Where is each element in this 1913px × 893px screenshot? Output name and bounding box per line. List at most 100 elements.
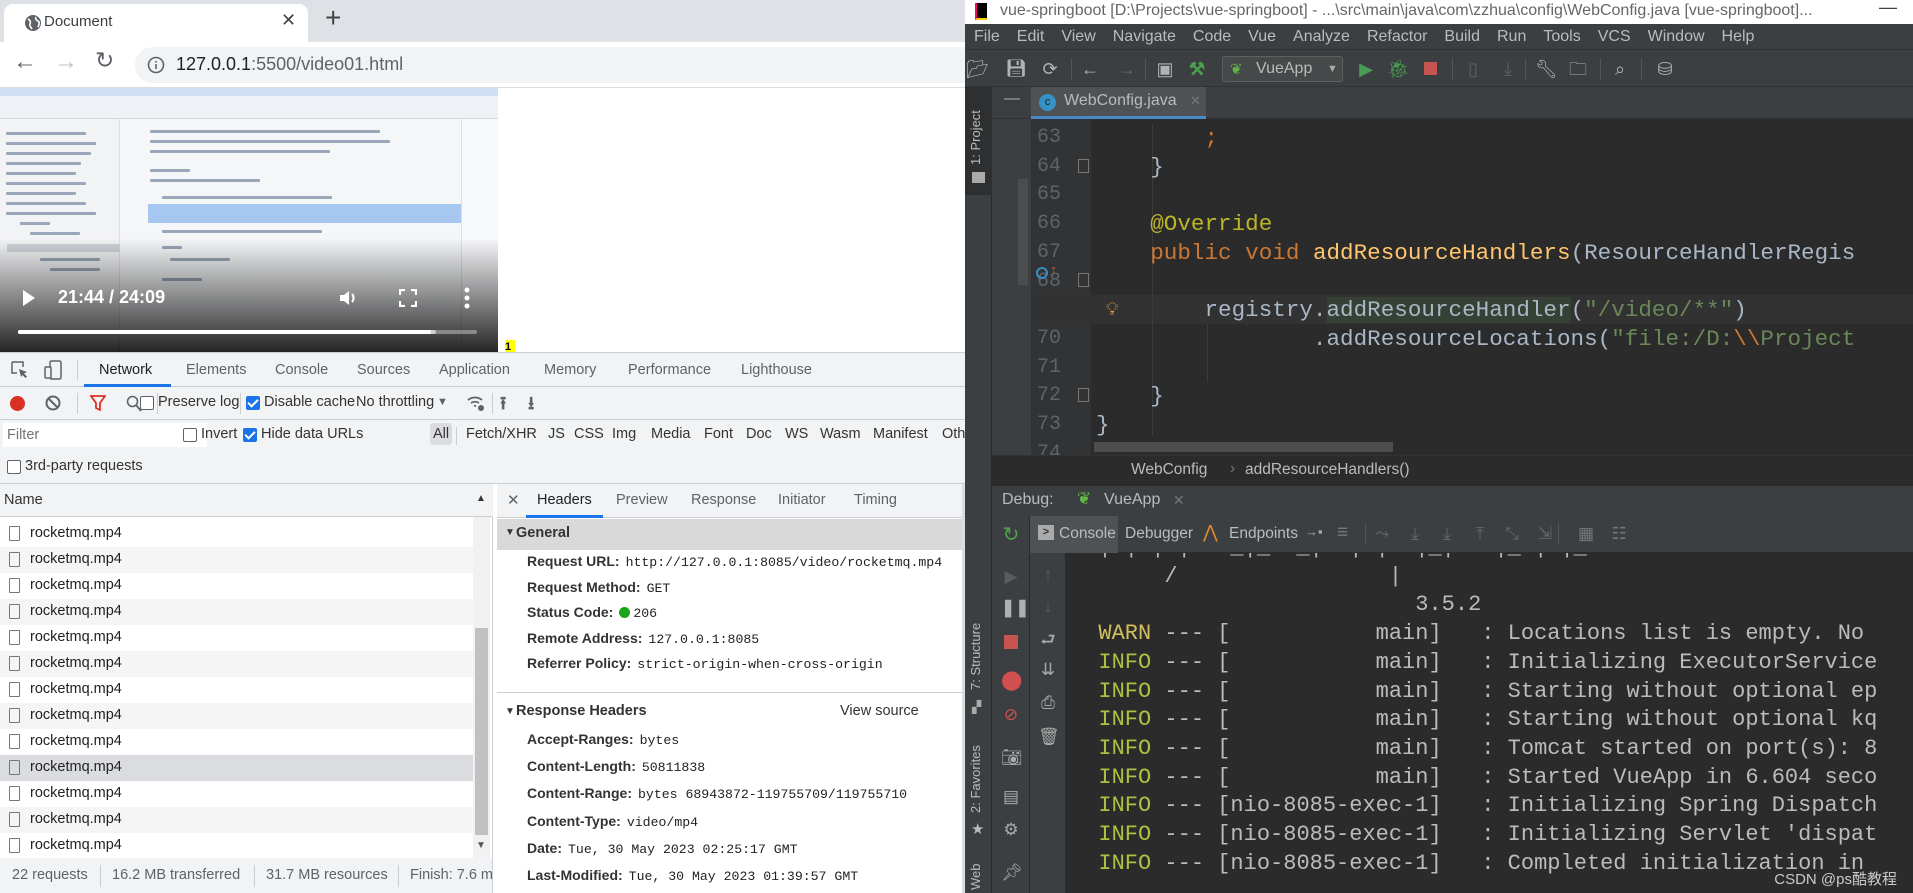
hide-panel-icon[interactable]: —	[1004, 90, 1020, 108]
clear-icon[interactable]	[45, 395, 61, 411]
invert-checkbox[interactable]	[183, 428, 197, 442]
request-row[interactable]: rocketmq.mp4	[0, 547, 473, 573]
filter-type-wasm[interactable]: Wasm	[820, 426, 861, 442]
pause-icon[interactable]: ❚❚	[1001, 598, 1030, 618]
run-anything-icon[interactable]: ▣	[1154, 58, 1176, 80]
fullscreen-icon[interactable]	[399, 289, 417, 307]
general-section-header[interactable]: ▼ General	[497, 519, 965, 550]
step-into-icon[interactable]: ⤓	[1437, 524, 1457, 544]
filter-type-all[interactable]: All	[430, 423, 453, 445]
close-tab-icon[interactable]: ✕	[281, 10, 296, 31]
menu-view[interactable]: View	[1061, 28, 1095, 46]
devtools-tab-elements[interactable]: Elements	[186, 362, 246, 378]
pin-tab-icon[interactable]: →▪	[1305, 524, 1323, 539]
scroll-down-icon[interactable]: ▼	[476, 840, 486, 851]
threads-menu-icon[interactable]: ≡	[1337, 522, 1348, 544]
fold-marker-icon[interactable]	[1078, 388, 1089, 402]
menu-vue[interactable]: Vue	[1248, 28, 1276, 46]
devtools-tab-performance[interactable]: Performance	[628, 362, 711, 378]
more-options-icon[interactable]	[463, 287, 471, 309]
request-row[interactable]: rocketmq.mp4	[0, 651, 473, 677]
project-structure-icon[interactable]: 🗀	[1567, 58, 1589, 80]
play-icon[interactable]	[22, 289, 36, 307]
console-output[interactable]: | | | | \_|_/\_| | | |_| |_/| |_ / | 3.5…	[1065, 553, 1913, 893]
web-tool-button[interactable]: Web	[968, 864, 983, 891]
devtools-tab-sources[interactable]: Sources	[357, 362, 410, 378]
devtools-tab-network[interactable]: Network	[99, 362, 152, 378]
devtools-tab-console[interactable]: Console	[275, 362, 328, 378]
mute-breakpoints-icon[interactable]: ⊘	[1001, 705, 1021, 725]
editor-tab-webconfig[interactable]: c WebConfig.java ✕	[1031, 87, 1206, 119]
down-arrow-icon[interactable]: ↓	[1038, 597, 1058, 617]
attach-debugger-icon[interactable]: ▯	[1462, 58, 1484, 80]
view-breakpoints-icon[interactable]: ⬤	[1001, 671, 1022, 691]
import-har-icon[interactable]: ⭱	[500, 391, 506, 421]
reload-icon[interactable]: ↻	[95, 47, 114, 74]
request-row[interactable]: rocketmq.mp4	[0, 521, 473, 547]
menu-build[interactable]: Build	[1444, 28, 1480, 46]
breadcrumb-class[interactable]: WebConfig	[1131, 461, 1207, 479]
devtools-tab-memory[interactable]: Memory	[544, 362, 596, 378]
filter-type-media[interactable]: Media	[651, 426, 691, 442]
favorites-tool-button[interactable]: 2: Favorites	[968, 745, 983, 813]
filter-type-ws[interactable]: WS	[785, 426, 808, 442]
back-icon[interactable]: ←	[1079, 58, 1101, 80]
disable-cache-checkbox[interactable]	[246, 396, 260, 410]
menu-edit[interactable]: Edit	[1017, 28, 1045, 46]
resume-icon[interactable]: ▶	[1001, 567, 1021, 587]
third-party-checkbox[interactable]	[7, 460, 21, 474]
override-method-icon[interactable]	[1036, 267, 1048, 279]
devtools-tab-lighthouse[interactable]: Lighthouse	[741, 362, 812, 378]
menu-file[interactable]: File	[974, 28, 1000, 46]
request-row[interactable]: rocketmq.mp4	[0, 807, 473, 833]
request-row[interactable]: rocketmq.mp4	[0, 781, 473, 807]
evaluate-expression-icon[interactable]: ▦	[1576, 524, 1596, 544]
minimize-icon[interactable]: —	[1879, 0, 1897, 18]
response-headers-title[interactable]: Response Headers	[516, 703, 647, 719]
request-row[interactable]: rocketmq.mp4	[0, 625, 473, 651]
structure-tool-button[interactable]: 7: Structure	[968, 623, 983, 690]
debug-bug-icon[interactable]: 🐞︎	[1387, 58, 1410, 80]
request-row[interactable]: rocketmq.mp4	[0, 729, 473, 755]
fold-marker-icon[interactable]	[1078, 273, 1089, 287]
request-row[interactable]: rocketmq.mp4	[0, 573, 473, 599]
view-source-link[interactable]: View source	[840, 703, 919, 719]
debug-session-tab[interactable]: ❦ VueApp ✕	[1067, 486, 1195, 517]
filter-type-js[interactable]: JS	[548, 426, 565, 442]
request-row[interactable]: rocketmq.mp4	[0, 677, 473, 703]
network-conditions-icon[interactable]	[466, 394, 486, 412]
soft-wrap-icon[interactable]: ⮐	[1038, 630, 1058, 650]
details-tab-headers[interactable]: Headers	[537, 492, 592, 508]
new-tab-icon[interactable]: +	[325, 2, 341, 34]
search-icon[interactable]: ⌕	[1609, 58, 1631, 80]
volume-icon[interactable]	[338, 288, 358, 308]
info-icon[interactable]	[147, 56, 165, 74]
back-icon[interactable]: ←	[13, 48, 37, 76]
stop-icon[interactable]	[1424, 62, 1437, 75]
export-har-icon[interactable]: ⭳	[528, 391, 534, 421]
camera-icon[interactable]: 📷︎	[1001, 748, 1023, 768]
menu-refactor[interactable]: Refactor	[1367, 28, 1427, 46]
project-panel-scrollbar[interactable]	[1018, 179, 1028, 285]
filter-type-manifest[interactable]: Manifest	[873, 426, 928, 442]
request-row[interactable]: rocketmq.mp4	[0, 703, 473, 729]
details-tab-response[interactable]: Response	[691, 492, 756, 508]
menu-help[interactable]: Help	[1722, 28, 1755, 46]
run-to-cursor-icon[interactable]: ⇲	[1535, 524, 1555, 544]
preserve-log-checkbox[interactable]	[140, 396, 154, 410]
database-icon[interactable]: ⛁	[1654, 58, 1676, 80]
device-toolbar-icon[interactable]	[44, 360, 62, 380]
details-tab-timing[interactable]: Timing	[854, 492, 897, 508]
project-tool-button[interactable]: 1: Project	[965, 87, 992, 195]
trash-icon[interactable]: 🗑︎	[1038, 727, 1060, 747]
settings-wrench-icon[interactable]: 🔧︎	[1535, 58, 1558, 80]
details-tab-initiator[interactable]: Initiator	[778, 492, 826, 508]
menu-run[interactable]: Run	[1497, 28, 1526, 46]
record-icon[interactable]	[10, 396, 25, 411]
url-bar[interactable]: 127.0.0.1:5500/video01.html	[135, 47, 965, 83]
filter-type-font[interactable]: Font	[704, 426, 733, 442]
menu-window[interactable]: Window	[1648, 28, 1705, 46]
filter-type-doc[interactable]: Doc	[746, 426, 772, 442]
menu-vcs[interactable]: VCS	[1598, 28, 1631, 46]
filter-type-css[interactable]: CSS	[574, 426, 604, 442]
